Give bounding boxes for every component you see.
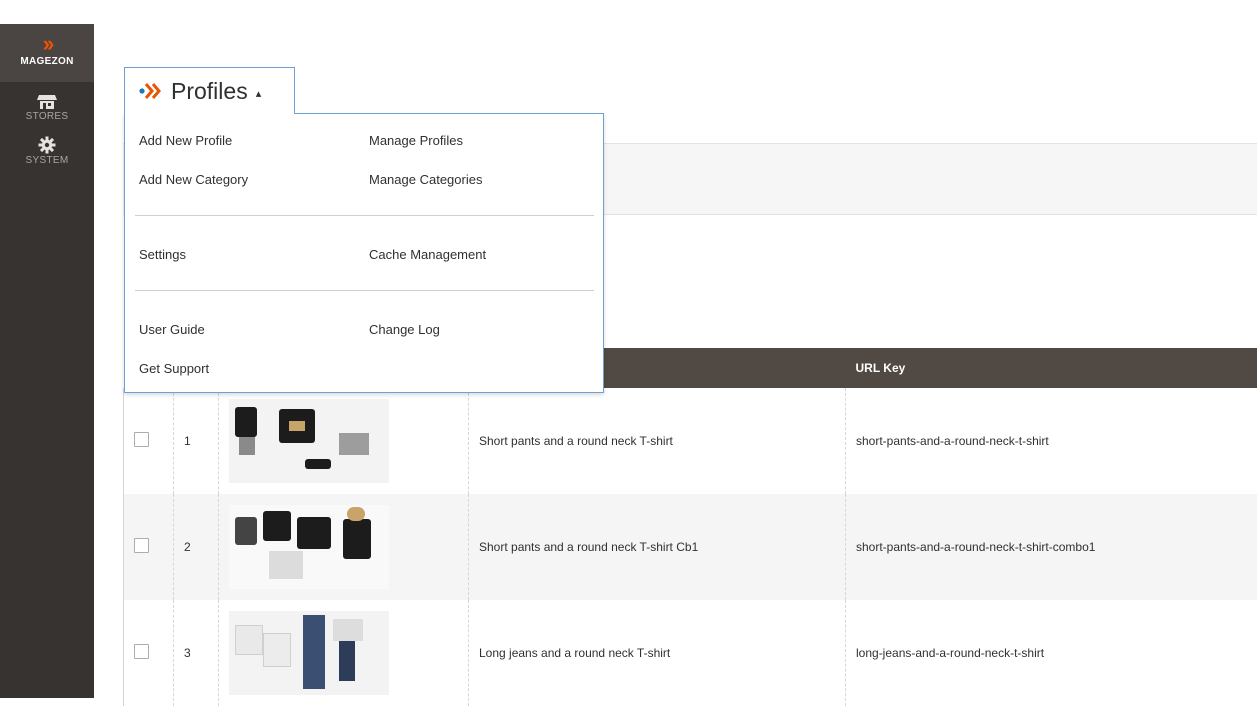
admin-sidebar: ›› MAGEZON STORES SYSTEM (0, 0, 94, 698)
caret-up-icon: ▴ (256, 87, 262, 100)
menu-item-get-support[interactable]: Get Support (139, 361, 209, 376)
row-name: Short pants and a round neck T-shirt Cb1 (469, 494, 846, 600)
row-select-cell (124, 600, 174, 706)
table-row[interactable]: 3 Long jeans and a round neck T-shirt lo… (124, 600, 1257, 706)
row-name: Long jeans and a round neck T-shirt (469, 600, 846, 706)
menu-divider (135, 215, 594, 216)
row-url-key: long-jeans-and-a-round-neck-t-shirt (846, 600, 1257, 706)
column-header-url-key[interactable]: URL Key (846, 348, 1257, 388)
sidebar-item-label: STORES (0, 111, 94, 122)
row-thumbnail-cell (219, 494, 469, 600)
row-name: Short pants and a round neck T-shirt (469, 388, 846, 494)
row-url-key: short-pants-and-a-round-neck-t-shirt-com… (846, 494, 1257, 600)
row-checkbox[interactable] (134, 538, 149, 553)
menu-item-cache-management[interactable]: Cache Management (369, 247, 486, 262)
row-id: 3 (174, 600, 219, 706)
gear-icon (38, 136, 56, 154)
row-thumbnail-cell (219, 388, 469, 494)
menu-item-change-log[interactable]: Change Log (369, 322, 440, 337)
row-select-cell (124, 494, 174, 600)
magezon-chevrons-icon: ›› (0, 33, 94, 55)
menu-item-add-new-category[interactable]: Add New Category (139, 172, 248, 187)
menu-item-user-guide[interactable]: User Guide (139, 322, 205, 337)
sidebar-item-system[interactable]: SYSTEM (0, 122, 94, 166)
store-icon (37, 94, 57, 110)
table-row[interactable]: 2 Short pants and a round neck T-shirt C… (124, 494, 1257, 600)
sidebar-item-stores[interactable]: STORES (0, 82, 94, 122)
profiles-menu-title: Profiles (171, 78, 248, 105)
profiles-menu-button[interactable]: Profiles ▴ (124, 67, 295, 114)
sidebar-top-gap (0, 0, 94, 24)
row-id: 1 (174, 388, 219, 494)
menu-item-settings[interactable]: Settings (139, 247, 186, 262)
profiles-dropdown-menu: Add New Profile Manage Profiles Add New … (124, 113, 604, 393)
product-thumbnail (229, 505, 389, 589)
row-id: 2 (174, 494, 219, 600)
sidebar-item-magezon[interactable]: ›› MAGEZON (0, 24, 94, 82)
magezon-logo-icon (139, 82, 163, 100)
menu-item-add-new-profile[interactable]: Add New Profile (139, 133, 232, 148)
menu-divider (135, 290, 594, 291)
sidebar-item-label: MAGEZON (0, 56, 94, 67)
row-thumbnail-cell (219, 600, 469, 706)
table-row[interactable]: 1 Short pants and a round neck T-shirt s… (124, 388, 1257, 494)
profiles-grid: URL Key 1 Short pants and a round (123, 348, 1257, 706)
menu-item-manage-profiles[interactable]: Manage Profiles (369, 133, 463, 148)
row-select-cell (124, 388, 174, 494)
row-checkbox[interactable] (134, 432, 149, 447)
row-checkbox[interactable] (134, 644, 149, 659)
sidebar-item-label: SYSTEM (0, 155, 94, 166)
product-thumbnail (229, 611, 389, 695)
menu-item-manage-categories[interactable]: Manage Categories (369, 172, 482, 187)
row-url-key: short-pants-and-a-round-neck-t-shirt (846, 388, 1257, 494)
product-thumbnail (229, 399, 389, 483)
